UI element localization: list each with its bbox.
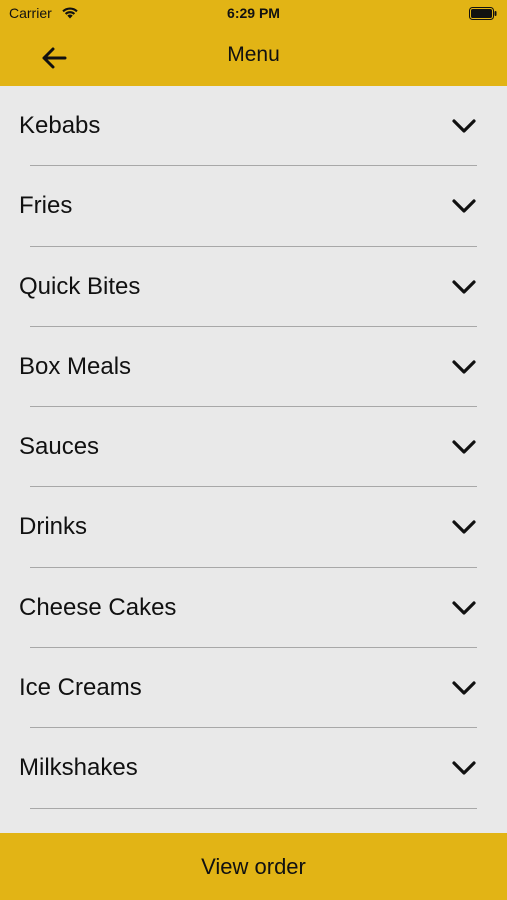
menu-category-label: Sauces bbox=[19, 433, 100, 461]
battery-icon bbox=[469, 7, 497, 20]
menu-category-row[interactable]: Box Meals bbox=[0, 327, 507, 408]
menu-category-row[interactable]: Milkshakes bbox=[0, 728, 507, 809]
menu-category-row[interactable]: Ice Creams bbox=[0, 648, 507, 729]
chevron-down-icon[interactable] bbox=[451, 358, 477, 376]
divider bbox=[30, 807, 477, 809]
menu-category-label: Box Meals bbox=[19, 352, 132, 380]
menu-category-label: Fries bbox=[19, 192, 73, 220]
chevron-down-icon[interactable] bbox=[451, 679, 477, 697]
menu-category-label: Quick Bites bbox=[19, 272, 141, 300]
nav-bar: Menu bbox=[0, 30, 507, 86]
view-order-label: View order bbox=[201, 853, 306, 879]
menu-category-label: Drinks bbox=[19, 513, 88, 541]
menu-category-row[interactable]: Cheese Cakes bbox=[0, 568, 507, 649]
status-time: 6:29 PM bbox=[227, 5, 280, 21]
menu-category-row[interactable]: Drinks bbox=[0, 487, 507, 568]
menu-category-label: Milkshakes bbox=[19, 754, 138, 782]
menu-category-row[interactable]: Sauces bbox=[0, 407, 507, 488]
chevron-down-icon[interactable] bbox=[451, 759, 477, 777]
chevron-down-icon[interactable] bbox=[451, 117, 477, 135]
menu-category-row[interactable]: Quick Bites bbox=[0, 247, 507, 327]
chevron-down-icon[interactable] bbox=[451, 438, 477, 456]
menu-category-label: Cheese Cakes bbox=[19, 593, 177, 621]
menu-category-row[interactable]: Kebabs bbox=[0, 86, 507, 167]
menu-list: Kebabs Fries Quick Bites Box Meals Sauce… bbox=[0, 86, 507, 833]
page-title: Menu bbox=[227, 43, 280, 66]
menu-category-row[interactable]: Fries bbox=[0, 166, 507, 247]
chevron-down-icon[interactable] bbox=[451, 518, 477, 536]
chevron-down-icon[interactable] bbox=[451, 197, 477, 215]
status-bar: Carrier 6:29 PM bbox=[0, 0, 507, 28]
header: Carrier 6:29 PM Menu bbox=[0, 0, 507, 86]
menu-category-label: Ice Creams bbox=[19, 674, 142, 702]
menu-category-label: Kebabs bbox=[19, 112, 101, 139]
view-order-button[interactable]: View order bbox=[0, 833, 507, 900]
chevron-down-icon[interactable] bbox=[451, 599, 477, 617]
chevron-down-icon[interactable] bbox=[451, 278, 477, 296]
